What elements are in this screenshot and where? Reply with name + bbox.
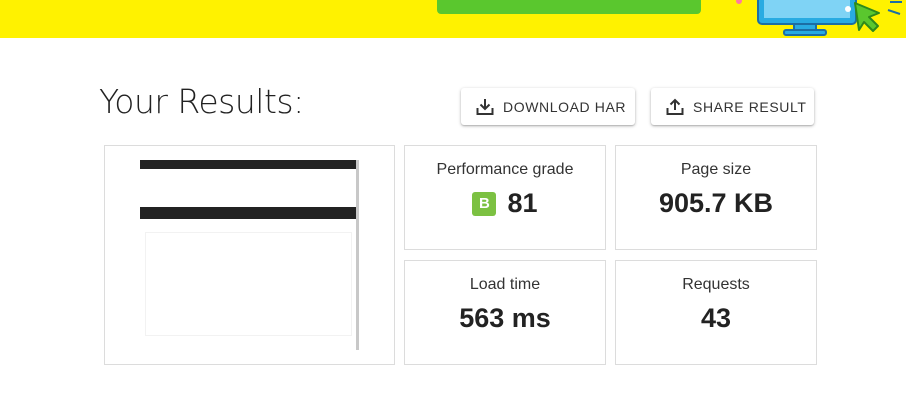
share-result-button[interactable]: SHARE RESULT — [651, 88, 814, 125]
page-screenshot-preview — [104, 145, 395, 365]
page-size-card: Page size 905.7 KB — [615, 145, 817, 250]
page-size-value: 905.7 KB — [658, 188, 774, 218]
performance-score: 81 — [507, 188, 538, 218]
preview-content-area — [145, 232, 352, 336]
download-icon — [475, 97, 495, 117]
requests-card: Requests 43 — [615, 260, 817, 365]
share-icon — [665, 97, 685, 117]
preview-header-bar — [140, 160, 356, 169]
banner-decoration — [736, 0, 742, 4]
load-time-label: Load time — [469, 276, 541, 293]
requests-label: Requests — [682, 276, 750, 293]
banner-cta-button[interactable] — [437, 0, 701, 14]
computer-monitor-cursor-icon — [757, 0, 902, 36]
performance-grade-card: Performance grade B 81 — [404, 145, 606, 250]
page-size-label: Page size — [680, 161, 752, 178]
requests-value: 43 — [700, 303, 732, 333]
performance-grade-label: Performance grade — [436, 161, 574, 178]
preview-nav-bar — [140, 207, 356, 219]
share-result-label: SHARE RESULT — [693, 98, 807, 115]
load-time-card: Load time 563 ms — [404, 260, 606, 365]
promo-banner — [0, 0, 906, 38]
performance-grade-value: B 81 — [405, 188, 605, 219]
download-har-button[interactable]: DOWNLOAD HAR — [461, 88, 635, 125]
grade-badge: B — [472, 191, 497, 216]
page-title: Your Results: — [99, 82, 304, 121]
download-har-label: DOWNLOAD HAR — [503, 98, 627, 115]
load-time-value: 563 ms — [459, 303, 551, 333]
preview-scrollbar — [356, 160, 359, 350]
